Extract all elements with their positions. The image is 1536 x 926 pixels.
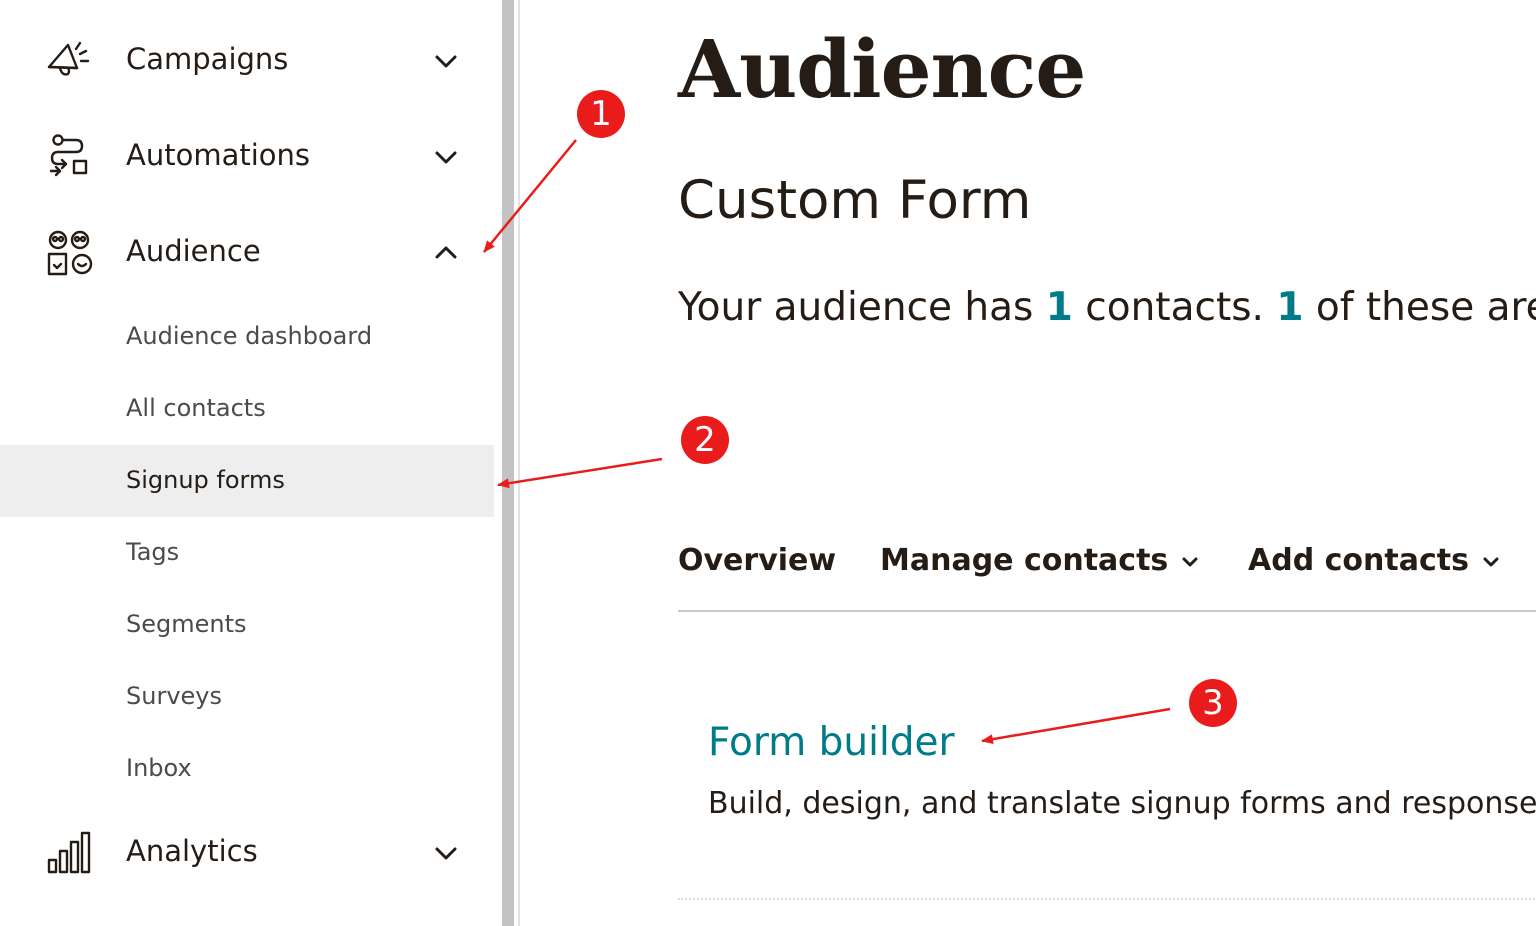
chevron-down-icon[interactable] — [432, 143, 460, 171]
sidebar-subitem-all-contacts[interactable]: All contacts — [0, 373, 494, 445]
tab-label: Add contacts — [1248, 543, 1469, 578]
summary-suffix: of these are su — [1315, 285, 1536, 330]
sidebar-item-label: Campaigns — [126, 42, 289, 76]
section-divider — [678, 898, 1536, 900]
sidebar-item-label: Audience — [126, 234, 261, 268]
sidebar-subitem-inbox[interactable]: Inbox — [0, 733, 494, 805]
chevron-down-icon — [1180, 552, 1200, 572]
automation-flow-icon — [46, 133, 94, 181]
sidebar-item-audience[interactable]: Audience — [0, 205, 494, 301]
sidebar: Campaigns Automations Audience Audience … — [0, 0, 494, 926]
sidebar-subitem-label: Inbox — [126, 754, 192, 782]
sidebar-item-automations[interactable]: Automations — [0, 109, 494, 205]
chevron-up-icon[interactable] — [432, 239, 460, 267]
scrollbar-track[interactable] — [502, 0, 514, 926]
sidebar-subitem-surveys[interactable]: Surveys — [0, 661, 494, 733]
sidebar-subitem-label: Segments — [126, 610, 247, 638]
tab-overview[interactable]: Overview — [678, 543, 836, 578]
tab-manage-contacts[interactable]: Manage contacts — [880, 543, 1200, 578]
summary-middle: contacts. — [1072, 285, 1277, 330]
sidebar-subitem-tags[interactable]: Tags — [0, 517, 494, 589]
page-title: Audience — [678, 22, 1086, 116]
sidebar-item-label: Analytics — [126, 834, 258, 868]
subscribed-contacts-count: 1 — [1276, 285, 1304, 330]
tab-add-contacts[interactable]: Add contacts — [1248, 543, 1501, 578]
sidebar-subitem-audience-dashboard[interactable]: Audience dashboard — [0, 301, 494, 373]
sidebar-subitem-label: Tags — [126, 538, 180, 566]
audience-name: Custom Form — [678, 170, 1032, 231]
pane-divider — [518, 0, 520, 926]
sidebar-item-campaigns[interactable]: Campaigns — [0, 13, 494, 109]
chevron-down-icon[interactable] — [432, 47, 460, 75]
sidebar-subitem-label: All contacts — [126, 394, 266, 422]
form-builder-description: Build, design, and translate signup form… — [708, 786, 1536, 821]
megaphone-icon — [46, 37, 94, 85]
tab-label: Manage contacts — [880, 543, 1169, 578]
sidebar-subitem-label: Signup forms — [126, 466, 285, 494]
chevron-down-icon — [1481, 552, 1501, 572]
sidebar-subitem-segments[interactable]: Segments — [0, 589, 494, 661]
chevron-down-icon[interactable] — [432, 839, 460, 867]
form-builder-link[interactable]: Form builder — [708, 720, 955, 765]
sidebar-item-analytics[interactable]: Analytics — [0, 805, 494, 901]
sidebar-subitem-label: Audience dashboard — [126, 322, 373, 350]
tab-label: Overview — [678, 543, 837, 578]
sidebar-subitem-signup-forms[interactable]: Signup forms — [0, 445, 494, 517]
total-contacts-count: 1 — [1045, 285, 1073, 330]
audience-tabs: Overview Manage contacts Add contacts — [678, 540, 1536, 612]
audience-people-icon — [46, 229, 94, 277]
summary-prefix: Your audience has — [678, 285, 1046, 330]
sidebar-subitem-label: Surveys — [126, 682, 222, 710]
sidebar-scrollbar[interactable] — [494, 0, 526, 926]
sidebar-item-label: Automations — [126, 138, 311, 172]
main-content: Audience Custom Form Your audience has 1… — [526, 0, 1536, 926]
bar-chart-icon — [46, 829, 94, 877]
audience-summary: Your audience has 1 contacts. 1 of these… — [678, 285, 1536, 330]
